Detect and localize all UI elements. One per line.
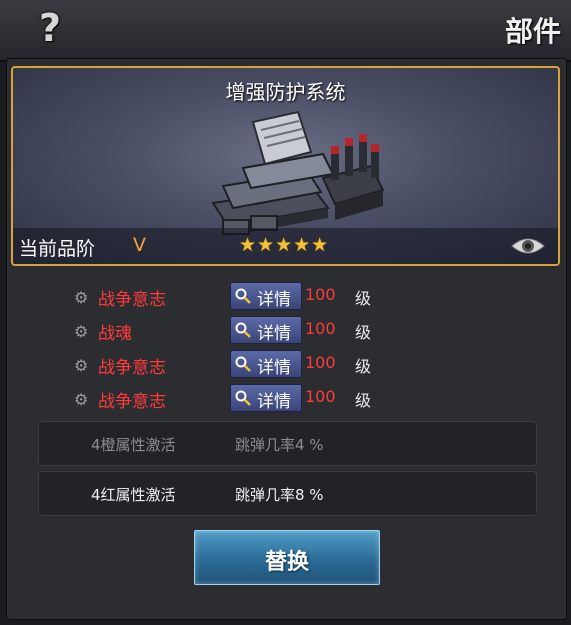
attribute-row: ⚙ 战魂 详情 100 级: [74, 316, 494, 346]
detail-label: 详情: [257, 324, 291, 344]
replace-label: 替换: [264, 550, 309, 575]
detail-button[interactable]: 详情: [230, 282, 302, 310]
bonus-name: 4橙属性激活: [91, 436, 176, 454]
bonus-name: 4红属性激活: [91, 486, 176, 504]
attribute-level: 100: [305, 319, 336, 338]
magnifier-icon: [235, 356, 251, 372]
top-bar: ? 部件: [0, 0, 571, 62]
attribute-level: 100: [305, 285, 336, 304]
attribute-row: ⚙ 战争意志 详情 100 级: [74, 282, 494, 312]
magnifier-icon: [235, 322, 251, 338]
screen-title: 部件: [504, 15, 561, 48]
part-card: 增强防护系统 当前品阶 V ★★★★★: [11, 66, 560, 266]
star-rating: ★★★★★: [239, 234, 330, 256]
wrench-icon: ⚙: [74, 356, 89, 375]
wrench-icon: ⚙: [74, 390, 89, 409]
part-artwork: [211, 110, 385, 236]
wrench-icon: ⚙: [74, 288, 89, 307]
detail-label: 详情: [257, 358, 291, 378]
bonus-value: 跳弹几率8 %: [235, 486, 324, 504]
level-unit: 级: [355, 357, 372, 376]
bonus-value: 跳弹几率4 %: [235, 436, 324, 454]
detail-button[interactable]: 详情: [230, 384, 302, 412]
attribute-name: 战争意志: [98, 392, 166, 412]
attribute-name: 战魂: [98, 324, 132, 344]
attribute-level: 100: [305, 387, 336, 406]
set-bonus-red: 4红属性激活 跳弹几率8 %: [38, 471, 537, 516]
set-bonus-orange: 4橙属性激活 跳弹几率4 %: [38, 421, 537, 466]
detail-label: 详情: [257, 392, 291, 412]
wings-icon: ⚙: [74, 322, 89, 341]
attribute-level: 100: [305, 353, 336, 372]
attribute-name: 战争意志: [98, 358, 166, 378]
part-name: 增强防护系统: [225, 80, 346, 104]
detail-button[interactable]: 详情: [230, 350, 302, 378]
attribute-row: ⚙ 战争意志 详情 100 级: [74, 350, 494, 380]
attribute-row: ⚙ 战争意志 详情 100 级: [74, 384, 494, 414]
rank-value: V: [133, 234, 146, 256]
eye-icon[interactable]: [510, 234, 546, 258]
detail-button[interactable]: 详情: [230, 316, 302, 344]
attribute-name: 战争意志: [98, 290, 166, 310]
rank-label: 当前品阶: [19, 238, 96, 260]
magnifier-icon: [235, 390, 251, 406]
level-unit: 级: [355, 289, 372, 308]
replace-button[interactable]: 替换: [194, 530, 380, 585]
level-unit: 级: [355, 391, 372, 410]
magnifier-icon: [235, 288, 251, 304]
help-icon[interactable]: ?: [30, 8, 70, 48]
level-unit: 级: [355, 323, 372, 342]
rank-bar: 当前品阶 V ★★★★★: [13, 228, 558, 264]
detail-label: 详情: [257, 290, 291, 310]
